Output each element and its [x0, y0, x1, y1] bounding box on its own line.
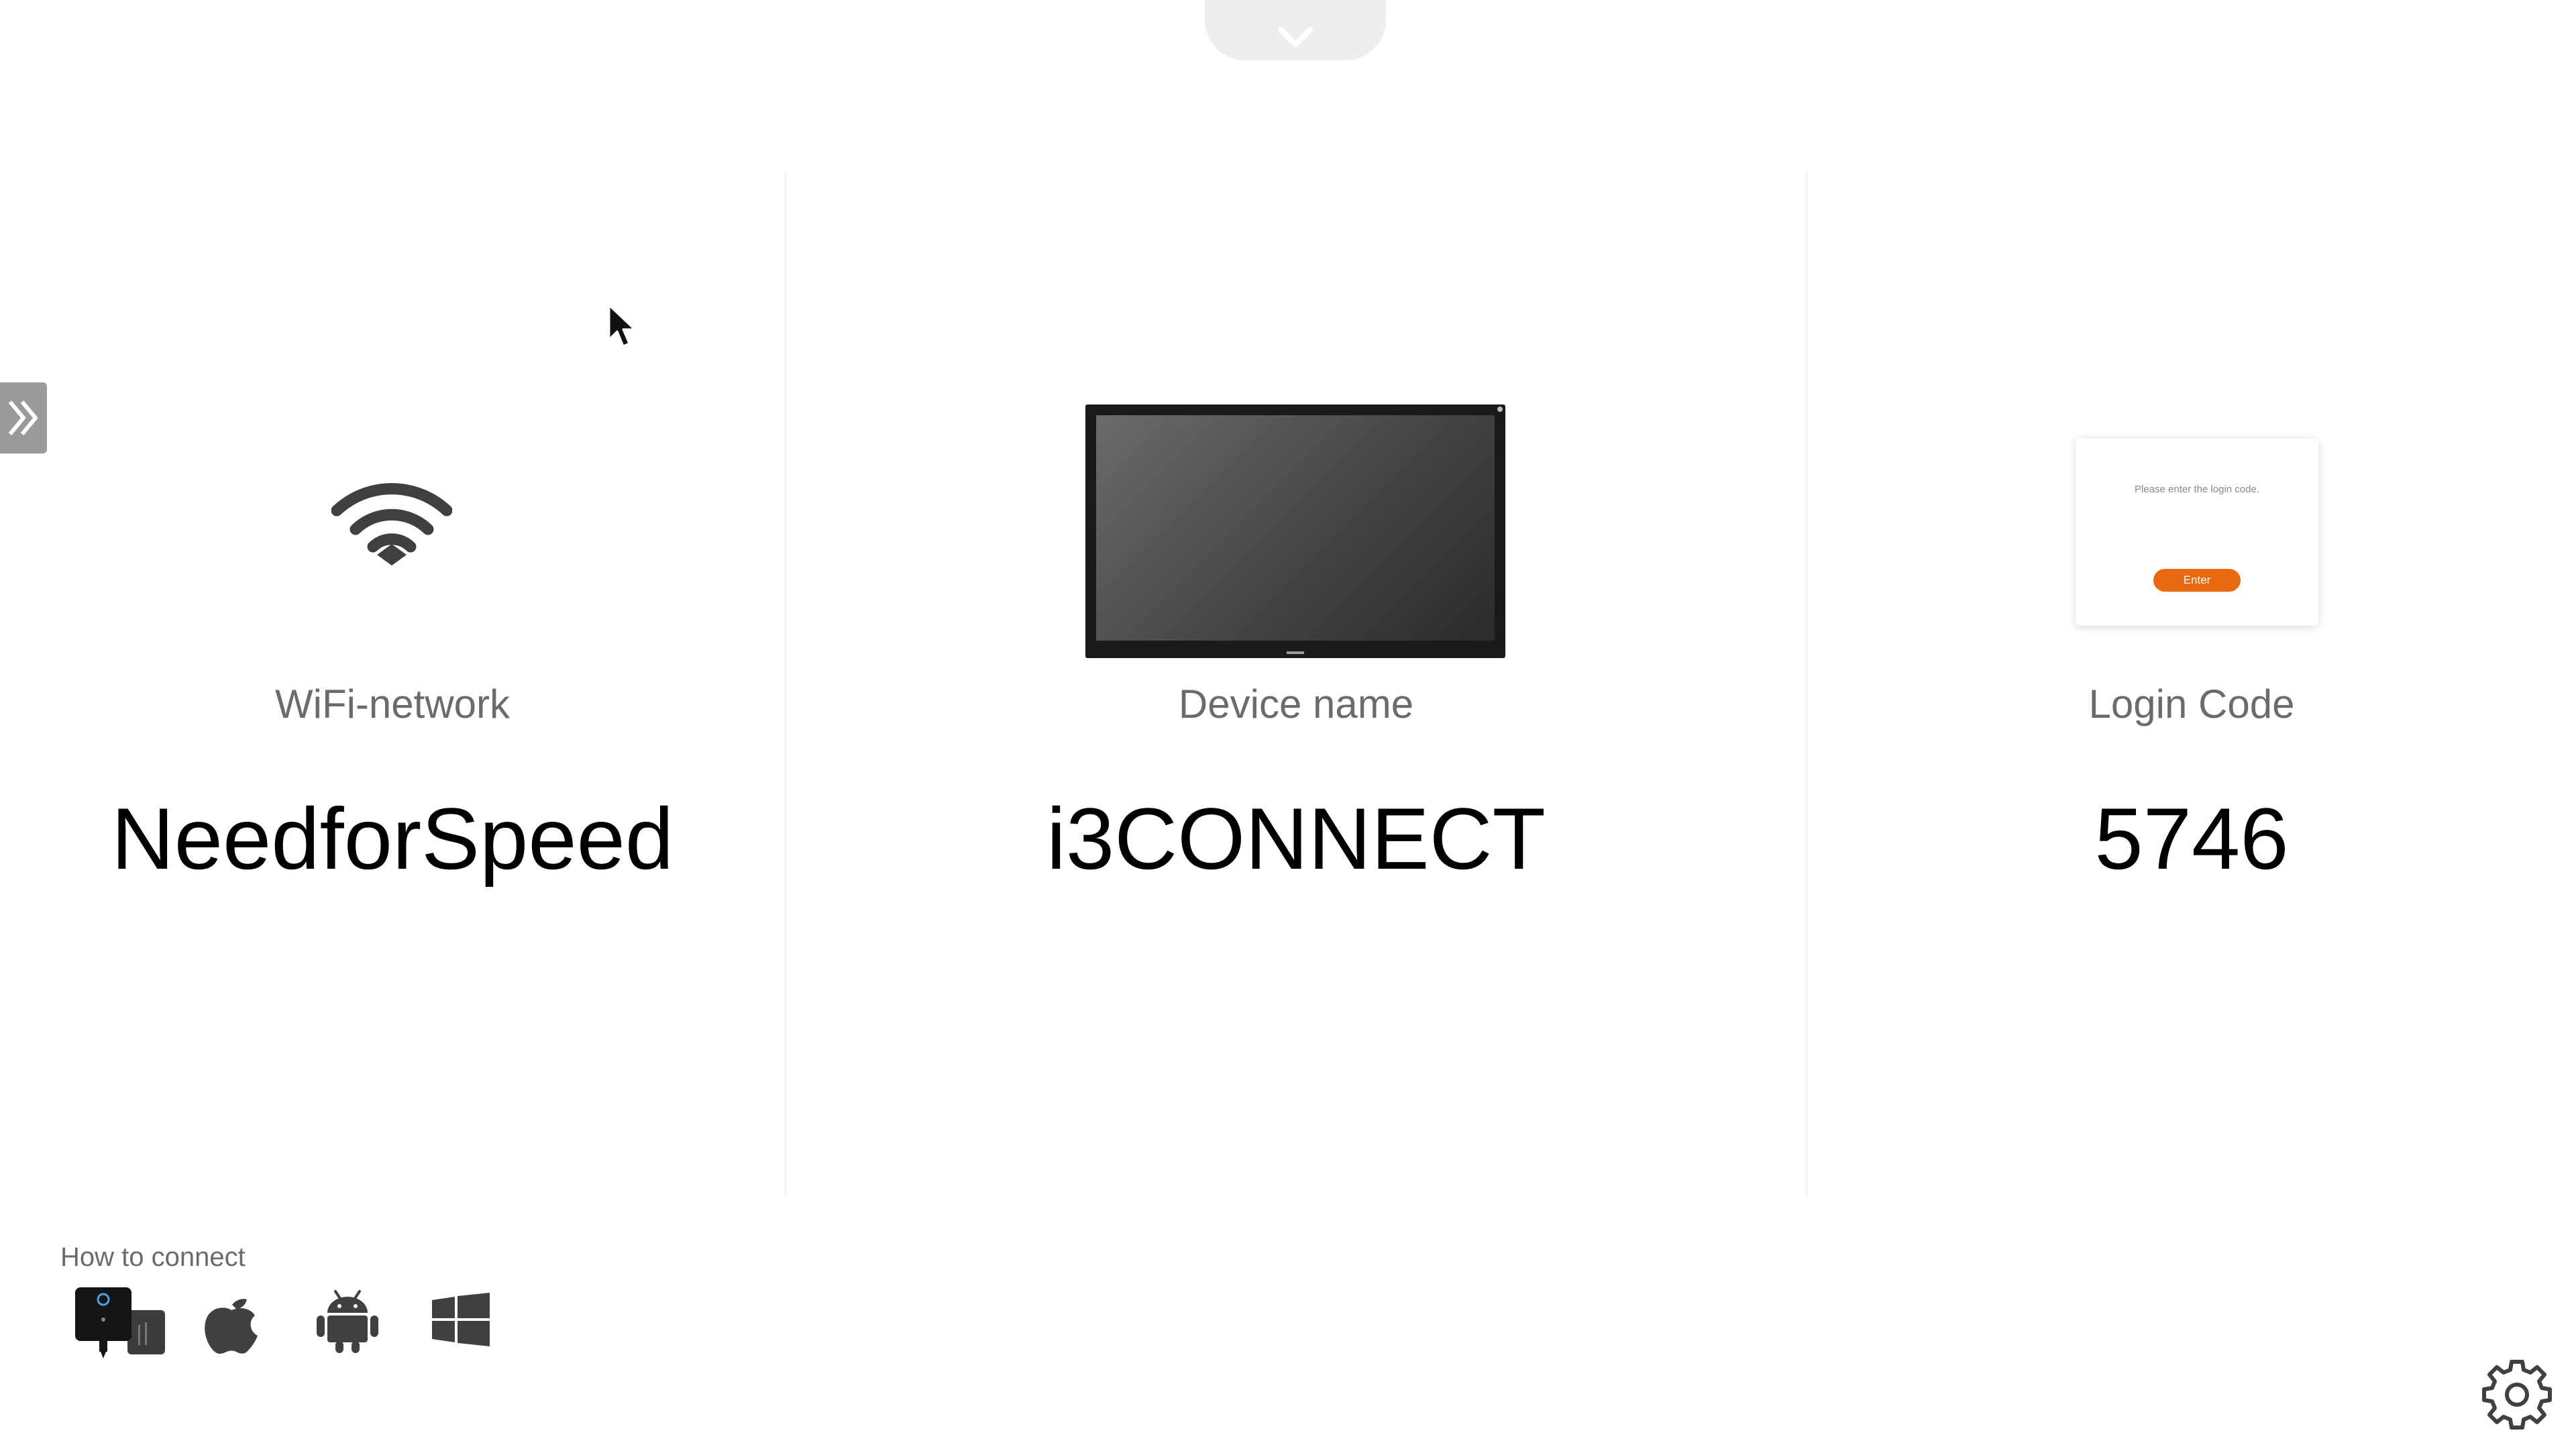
- chevron-down-icon: [1278, 27, 1313, 47]
- device-panel: Device name i3CONNECT: [786, 171, 1806, 1197]
- dongle-icon[interactable]: [74, 1285, 168, 1358]
- mouse-cursor-icon: [608, 304, 636, 347]
- display-camera-dot: [1497, 407, 1503, 412]
- gear-icon[interactable]: [2479, 1356, 2555, 1432]
- windows-icon[interactable]: [432, 1293, 490, 1346]
- wifi-icon: [331, 483, 452, 566]
- login-code-label: Login Code: [2088, 682, 2295, 727]
- device-name-label: Device name: [1178, 682, 1414, 727]
- device-name: i3CONNECT: [1046, 790, 1546, 888]
- top-pulldown-tab[interactable]: [1205, 0, 1386, 60]
- enter-button-preview: Enter: [2153, 569, 2241, 592]
- wifi-network-label: WiFi-network: [274, 682, 510, 727]
- login-code-preview-card: Please enter the login code. Enter: [2076, 438, 2318, 626]
- display-screen: [1096, 415, 1495, 641]
- display-icon: [1085, 405, 1505, 658]
- wifi-panel: WiFi-network NeedforSpeed: [0, 171, 785, 1197]
- login-code: 5746: [2094, 790, 2289, 888]
- login-prompt-text: Please enter the login code.: [2135, 484, 2259, 495]
- display-logo: [1287, 651, 1304, 654]
- how-to-connect-label: How to connect: [60, 1242, 246, 1272]
- android-icon[interactable]: [315, 1287, 380, 1354]
- apple-icon[interactable]: [201, 1290, 262, 1354]
- login-panel: Please enter the login code. Enter Login…: [1807, 171, 2576, 1197]
- wifi-network-name: NeedforSpeed: [111, 790, 674, 888]
